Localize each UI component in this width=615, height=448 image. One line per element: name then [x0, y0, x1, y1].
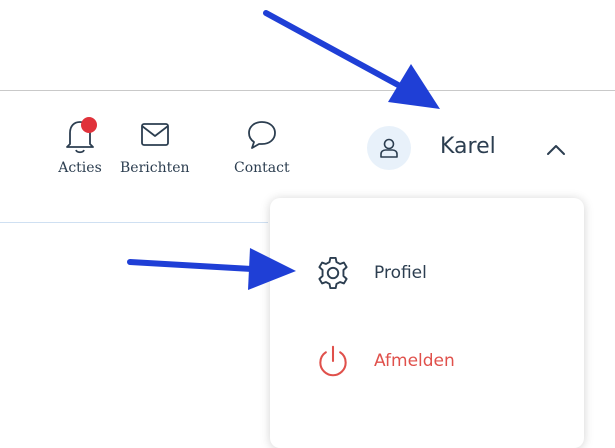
user-name[interactable]: Karel [440, 134, 496, 159]
header-divider [0, 222, 268, 223]
menu-item-profiel[interactable]: Profiel [314, 254, 427, 292]
menu-label-afmelden: Afmelden [374, 351, 455, 371]
menu-label-profiel: Profiel [374, 263, 427, 283]
nav-label-berichten: Berichten [120, 160, 190, 176]
menu-item-afmelden[interactable]: Afmelden [314, 342, 455, 380]
nav-item-contact[interactable]: Contact [234, 116, 290, 176]
gear-icon [318, 257, 348, 289]
arrow-to-user-menu [263, 10, 440, 109]
nav-item-acties[interactable]: Acties [58, 116, 102, 176]
chevron-up-icon[interactable] [543, 140, 569, 158]
chat-bubble-icon [247, 121, 276, 149]
power-icon [319, 345, 347, 377]
nav-label-contact: Contact [234, 160, 290, 176]
envelope-icon [140, 123, 169, 146]
avatar[interactable] [367, 126, 411, 170]
user-icon [380, 138, 398, 158]
bell-icon [66, 117, 97, 154]
top-divider [0, 90, 615, 91]
user-menu: Profiel Afmelden [270, 198, 584, 448]
notification-badge [81, 117, 97, 133]
nav-item-berichten[interactable]: Berichten [120, 116, 190, 176]
nav-label-acties: Acties [58, 160, 102, 176]
